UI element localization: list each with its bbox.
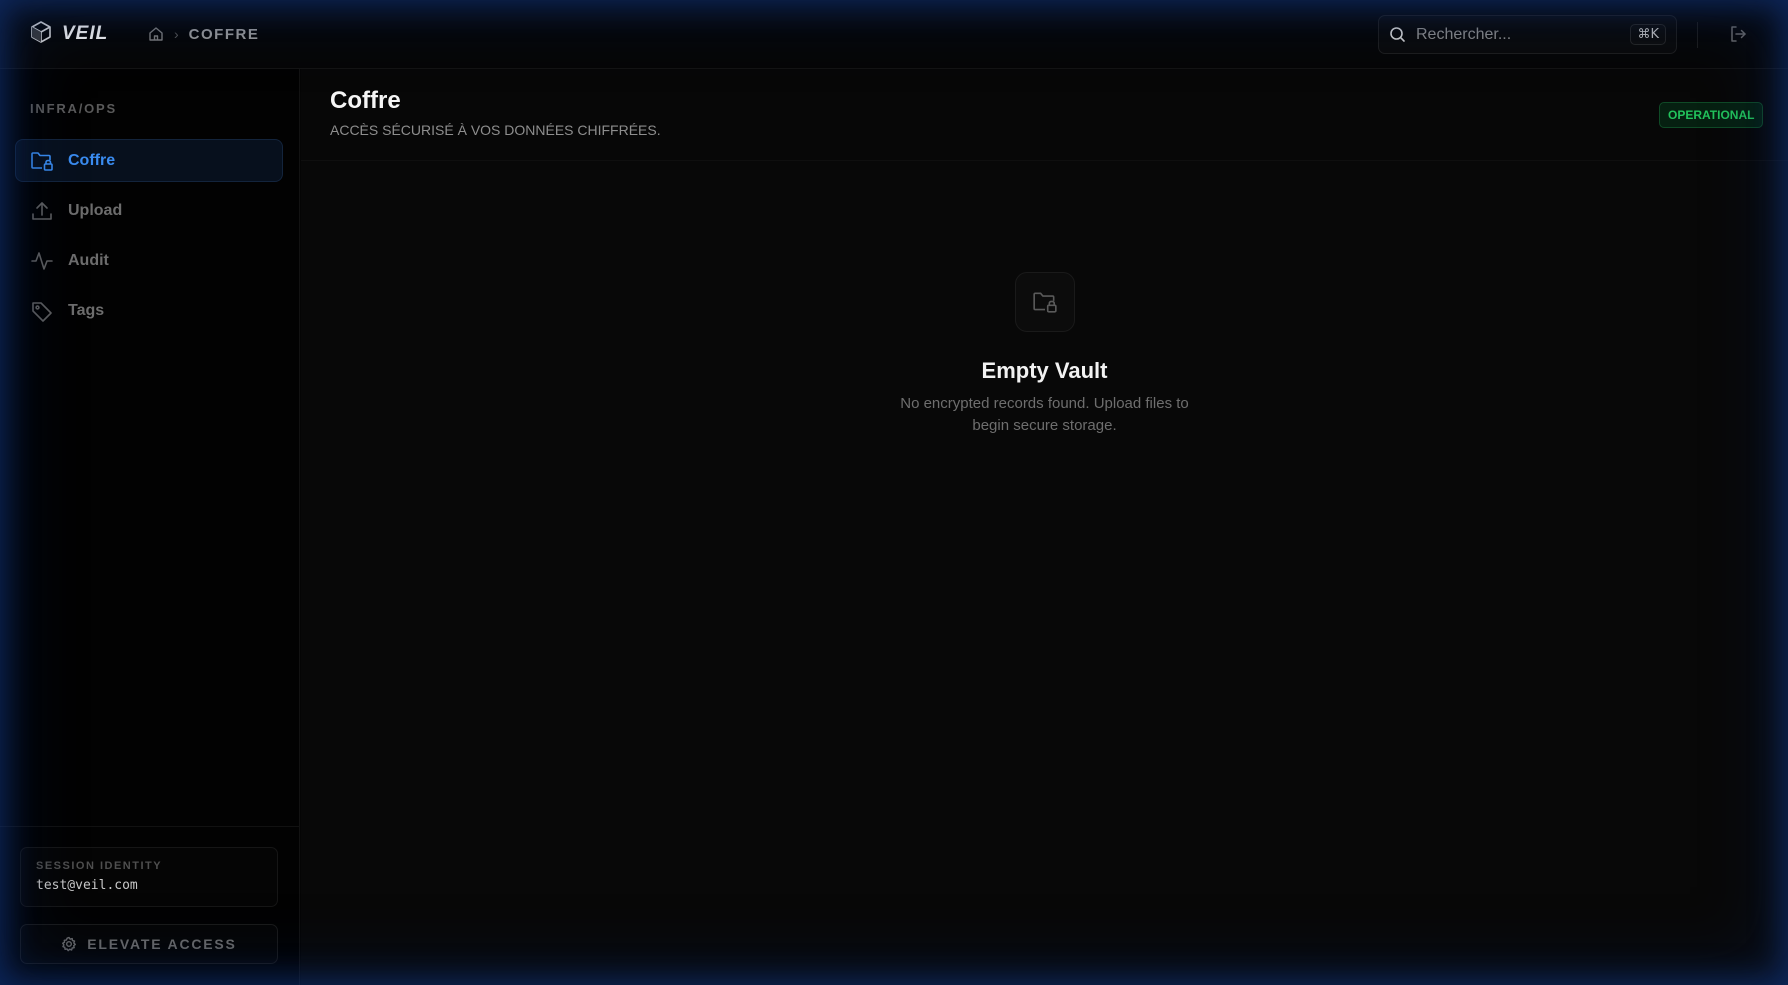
- empty-state: Empty Vault No encrypted records found. …: [301, 272, 1788, 437]
- sidebar-nav: Coffre Upload Audit Tags: [15, 139, 283, 339]
- sidebar-item-upload[interactable]: Upload: [15, 189, 283, 232]
- folder-lock-icon: [30, 150, 54, 172]
- header-divider: [1697, 22, 1698, 48]
- status-badge: OPERATIONAL: [1659, 102, 1764, 128]
- elevate-access-button[interactable]: ELEVATE ACCESS: [20, 924, 278, 964]
- search-shortcut: ⌘K: [1630, 24, 1666, 45]
- cube-icon: [30, 20, 52, 49]
- sidebar-divider: [0, 826, 300, 827]
- sidebar: INFRA/OPS Coffre Upload Audit Tags SESSI…: [0, 69, 300, 985]
- brand-name: VEIL: [62, 23, 109, 44]
- search-box[interactable]: ⌘K: [1378, 15, 1677, 54]
- session-identity-email: test@veil.com: [36, 878, 138, 893]
- sidebar-item-coffre[interactable]: Coffre: [15, 139, 283, 182]
- folder-lock-icon: [1032, 290, 1058, 314]
- search-icon: [1389, 26, 1406, 43]
- activity-icon: [30, 250, 54, 272]
- brand-logo[interactable]: VEIL: [30, 20, 109, 49]
- page-header: Coffre ACCÈS SÉCURISÉ À VOS DONNÉES CHIF…: [301, 69, 1788, 161]
- session-identity-label: SESSION IDENTITY: [36, 860, 163, 872]
- breadcrumb-current: COFFRE: [188, 25, 260, 43]
- breadcrumb-separator: ›: [174, 26, 179, 42]
- sidebar-section-label: INFRA/OPS: [30, 101, 117, 116]
- empty-state-title: Empty Vault: [981, 358, 1108, 383]
- home-icon[interactable]: [148, 26, 164, 42]
- search-input[interactable]: [1416, 25, 1631, 44]
- sidebar-item-label: Coffre: [68, 151, 116, 169]
- page-title: Coffre: [330, 87, 401, 114]
- empty-state-icon-box: [1014, 272, 1075, 332]
- sidebar-item-tags[interactable]: Tags: [15, 289, 283, 332]
- logout-button[interactable]: [1726, 22, 1750, 46]
- empty-state-description: No encrypted records found. Upload files…: [900, 395, 1189, 434]
- tag-icon: [30, 300, 54, 322]
- upload-icon: [30, 200, 54, 222]
- sidebar-item-label: Upload: [68, 201, 123, 219]
- logout-icon: [1728, 24, 1748, 44]
- elevate-access-label: ELEVATE ACCESS: [87, 936, 237, 952]
- breadcrumb: › COFFRE: [148, 24, 259, 44]
- main-content: Coffre ACCÈS SÉCURISÉ À VOS DONNÉES CHIF…: [301, 69, 1788, 985]
- sidebar-item-audit[interactable]: Audit: [15, 239, 283, 282]
- page-subtitle: ACCÈS SÉCURISÉ À VOS DONNÉES CHIFFRÉES.: [330, 122, 661, 138]
- app-window: VEIL › COFFRE ⌘K: [0, 0, 1788, 985]
- session-identity-card: SESSION IDENTITY test@veil.com: [20, 847, 278, 907]
- gear-icon: [61, 936, 77, 952]
- sidebar-item-label: Tags: [68, 301, 105, 319]
- top-bar: VEIL › COFFRE ⌘K: [0, 0, 1788, 69]
- sidebar-item-label: Audit: [68, 251, 109, 269]
